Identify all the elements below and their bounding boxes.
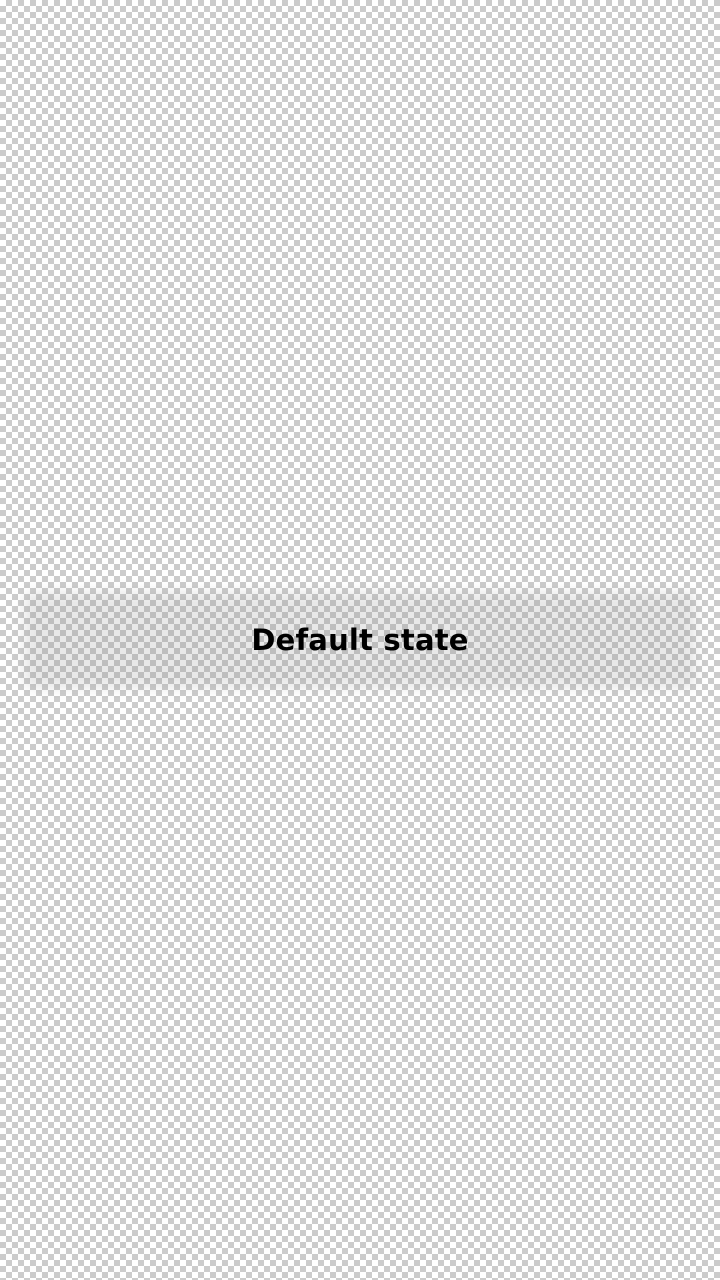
transparent-canvas: Default state: [0, 0, 720, 1280]
state-label: Default state: [251, 622, 469, 657]
state-banner: Default state: [0, 582, 720, 698]
